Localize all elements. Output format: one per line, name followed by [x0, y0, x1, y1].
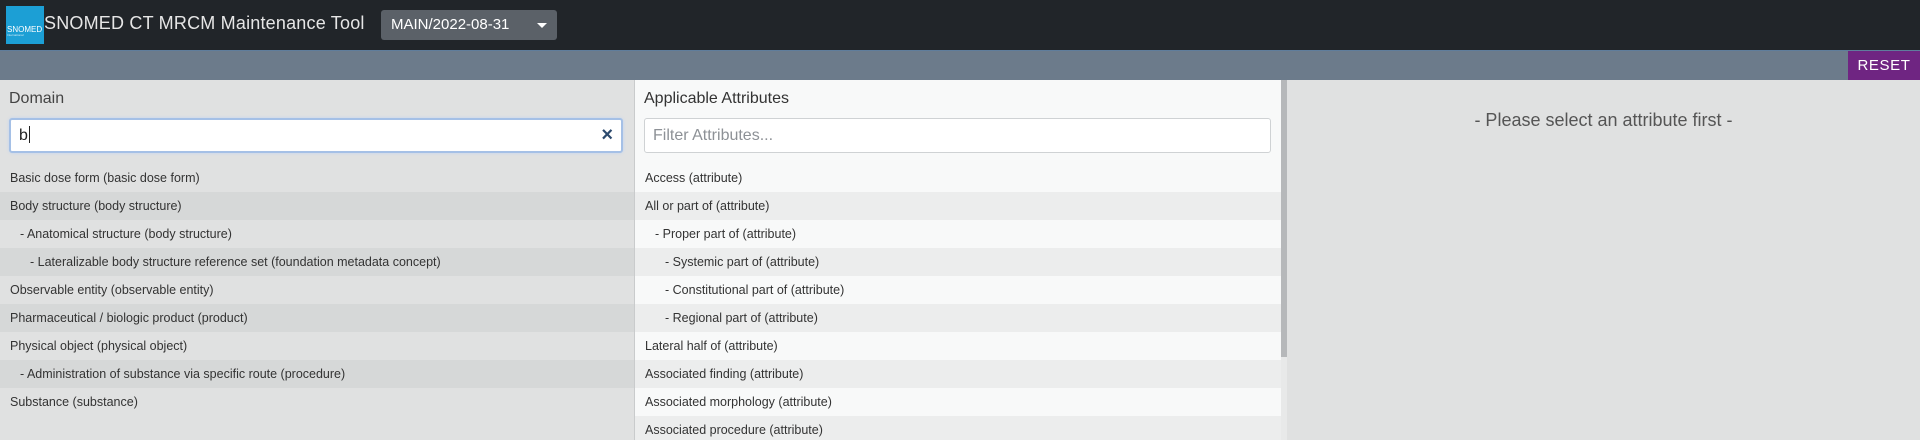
- attribute-list-item[interactable]: - Systemic part of (attribute): [635, 248, 1281, 276]
- attribute-list-item[interactable]: - Proper part of (attribute): [635, 220, 1281, 248]
- domain-list-item[interactable]: Body structure (body structure): [0, 192, 634, 220]
- attribute-filter-input[interactable]: Filter Attributes...: [644, 118, 1271, 153]
- attribute-list-item[interactable]: All or part of (attribute): [635, 192, 1281, 220]
- logo-subtext: International: [7, 33, 24, 37]
- domain-title: Domain: [9, 90, 65, 107]
- app-title: SNOMED CT MRCM Maintenance Tool: [44, 13, 365, 33]
- select-attribute-message: - Please select an attribute first -: [1474, 110, 1733, 130]
- domain-list-item[interactable]: - Lateralizable body structure reference…: [0, 248, 634, 276]
- domain-list-item[interactable]: - Anatomical structure (body structure): [0, 220, 634, 248]
- domain-list: Basic dose form (basic dose form) Body st…: [0, 164, 634, 416]
- attributes-panel: Applicable Attributes Filter Attributes.…: [634, 80, 1287, 440]
- domain-list-item[interactable]: Observable entity (observable entity): [0, 276, 634, 304]
- attributes-list: Access (attribute) All or part of (attrib…: [635, 164, 1287, 440]
- caret-down-icon: [537, 23, 547, 28]
- domain-list-item[interactable]: - Administration of substance via specif…: [0, 360, 634, 388]
- top-navbar: SNOMED International SNOMED CT MRCM Main…: [0, 0, 1920, 50]
- branch-label: MAIN/2022-08-31: [391, 16, 510, 33]
- reset-button[interactable]: RESET: [1848, 51, 1920, 81]
- attribute-list-item[interactable]: Associated morphology (attribute): [635, 388, 1281, 416]
- range-panel: - Please select an attribute first -: [1287, 80, 1920, 440]
- attributes-title: Applicable Attributes: [644, 90, 789, 107]
- attribute-list-item[interactable]: - Constitutional part of (attribute): [635, 276, 1281, 304]
- branch-dropdown[interactable]: MAIN/2022-08-31: [381, 10, 557, 40]
- domain-list-item[interactable]: Basic dose form (basic dose form): [0, 164, 634, 192]
- domain-list-item[interactable]: Physical object (physical object): [0, 332, 634, 360]
- domain-list-item[interactable]: Pharmaceutical / biologic product (produ…: [0, 304, 634, 332]
- clear-icon[interactable]: ×: [601, 124, 613, 147]
- action-bar: RESET: [0, 50, 1920, 81]
- attribute-list-item[interactable]: Lateral half of (attribute): [635, 332, 1281, 360]
- attribute-list-item[interactable]: Associated procedure (attribute): [635, 416, 1281, 440]
- domain-panel: Domain b × Basic dose form (basic dose f…: [0, 80, 634, 440]
- attribute-filter-placeholder: Filter Attributes...: [653, 127, 774, 144]
- attribute-list-item[interactable]: - Regional part of (attribute): [635, 304, 1281, 332]
- attribute-list-item[interactable]: Access (attribute): [635, 164, 1281, 192]
- domain-search-input[interactable]: b ×: [9, 118, 623, 153]
- snomed-logo[interactable]: SNOMED International: [6, 6, 44, 44]
- domain-list-item[interactable]: Substance (substance): [0, 388, 634, 416]
- attribute-list-item[interactable]: Associated finding (attribute): [635, 360, 1281, 388]
- domain-search-value: b: [19, 127, 28, 144]
- text-cursor: [28, 126, 30, 143]
